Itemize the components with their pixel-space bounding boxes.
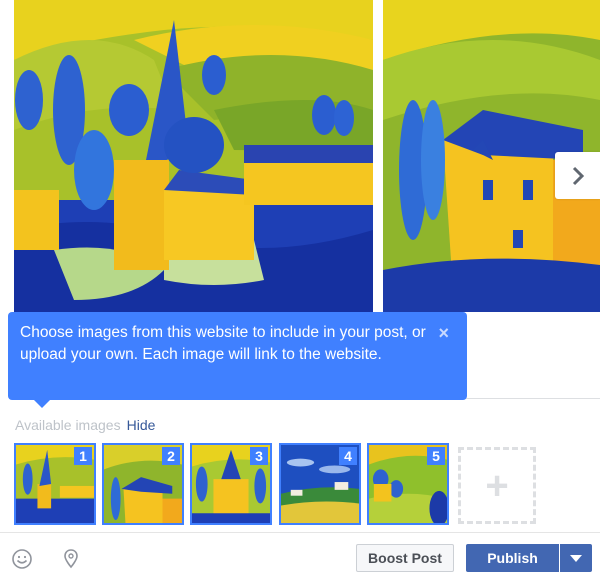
hide-link[interactable]: Hide: [127, 417, 156, 433]
boost-post-button[interactable]: Boost Post: [356, 544, 454, 572]
add-image-button[interactable]: +: [458, 447, 536, 524]
thumbnail-4[interactable]: 4: [279, 443, 361, 525]
tooltip-text: Choose images from this website to inclu…: [20, 324, 426, 363]
thumbnail-1[interactable]: 1: [14, 443, 96, 525]
close-icon[interactable]: ×: [438, 324, 449, 342]
tooltip-arrow: [33, 399, 51, 408]
thumbnail-2[interactable]: 2: [102, 443, 184, 525]
thumbnail-badge: 3: [250, 447, 268, 465]
image-picker-tooltip: Choose images from this website to inclu…: [8, 312, 467, 408]
smiley-icon[interactable]: [11, 548, 33, 570]
chevron-right-icon: [572, 166, 584, 185]
carousel-next-button[interactable]: [555, 152, 600, 199]
thumbnail-badge: 2: [162, 447, 180, 465]
available-images-label: Available images: [15, 417, 121, 433]
carousel-slide-1[interactable]: [14, 0, 373, 312]
thumbnail-5[interactable]: 5: [367, 443, 449, 525]
thumbnail-badge: 1: [74, 447, 92, 465]
thumbnail-3[interactable]: 3: [190, 443, 272, 525]
footer-divider: [0, 532, 600, 533]
thumbnail-badge: 4: [339, 447, 357, 465]
publish-button[interactable]: Publish: [466, 544, 559, 572]
location-pin-icon[interactable]: [60, 548, 82, 570]
image-carousel: [0, 0, 600, 318]
plus-icon: +: [485, 463, 509, 508]
thumbnail-badge: 5: [427, 447, 445, 465]
available-images-row: Available images Hide: [15, 417, 155, 433]
publish-options-button[interactable]: [560, 544, 592, 572]
caret-down-icon: [570, 554, 582, 562]
painting-village-church: [14, 0, 373, 312]
